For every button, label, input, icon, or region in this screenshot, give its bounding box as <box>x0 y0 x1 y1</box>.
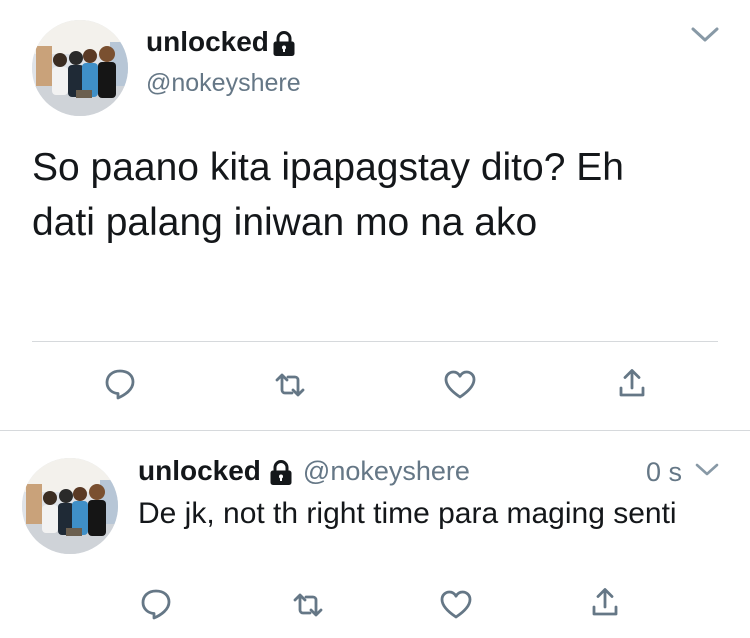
avatar[interactable] <box>32 20 128 116</box>
tweet-text: De jk, not th right time para maging sen… <box>138 497 677 530</box>
reply-icon[interactable] <box>139 587 173 621</box>
timestamp[interactable]: 0 s <box>646 456 682 488</box>
chevron-down-icon[interactable] <box>694 462 720 478</box>
share-icon[interactable] <box>615 366 649 400</box>
user-handle[interactable]: @nokeyshere <box>146 68 301 98</box>
thread-divider <box>0 430 750 431</box>
display-name[interactable]: unlocked <box>146 26 269 57</box>
heart-icon[interactable] <box>439 588 473 622</box>
chevron-down-icon[interactable] <box>690 26 720 44</box>
heart-icon[interactable] <box>443 368 477 402</box>
display-name[interactable]: unlocked <box>138 455 261 486</box>
tweet-text: So paano kita ipapagstay dito? Eh dati p… <box>32 146 624 244</box>
lock-icon <box>269 460 293 491</box>
divider <box>32 341 718 342</box>
share-icon[interactable] <box>588 585 622 619</box>
reply-icon[interactable] <box>103 367 137 401</box>
retweet-icon[interactable] <box>273 368 307 402</box>
user-handle[interactable]: @nokeyshere <box>303 456 470 486</box>
avatar[interactable] <box>22 458 118 554</box>
lock-icon <box>272 31 296 62</box>
retweet-icon[interactable] <box>291 588 325 622</box>
